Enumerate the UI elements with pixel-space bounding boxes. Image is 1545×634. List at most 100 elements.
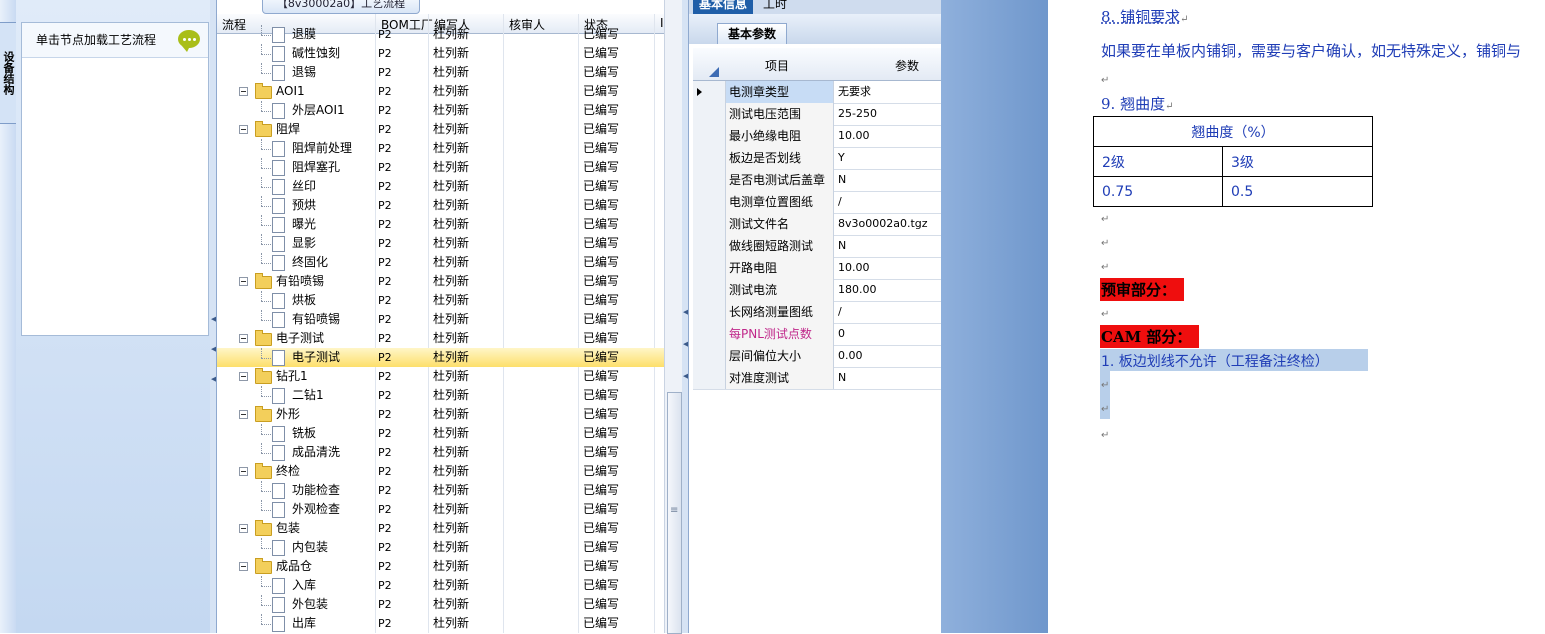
row-indicator[interactable] — [693, 257, 726, 279]
tree-row[interactable]: 入库 P2 杜列新 已编写 — [217, 576, 665, 595]
tree-row[interactable]: 外形 P2 杜列新 已编写 — [217, 405, 665, 424]
collapse-toggle-icon[interactable] — [239, 372, 248, 381]
tree-row[interactable]: AOI1 P2 杜列新 已编写 — [217, 82, 665, 101]
param-row[interactable]: 测试电压范围 25-250 — [693, 103, 941, 126]
heading-copper: 8. 铺铜要求↵ — [1101, 8, 1189, 26]
tree-scrollbar[interactable] — [664, 0, 683, 634]
param-value[interactable]: 10.00 — [834, 125, 943, 147]
tree-row[interactable]: 碱性蚀刻 P2 杜列新 已编写 — [217, 44, 665, 63]
tab-work-hours[interactable]: 工时 — [763, 0, 787, 12]
tree-row[interactable]: 成品清洗 P2 杜列新 已编写 — [217, 443, 665, 462]
row-indicator[interactable] — [693, 323, 726, 345]
collapse-toggle-icon[interactable] — [239, 410, 248, 419]
param-row[interactable]: 电测章位置图纸 / — [693, 191, 941, 214]
row-indicator[interactable] — [693, 125, 726, 147]
tree-row[interactable]: 出库 P2 杜列新 已编写 — [217, 614, 665, 633]
col-header-item[interactable]: 项目 — [765, 57, 789, 74]
tree-row[interactable]: 退锡 P2 杜列新 已编写 — [217, 63, 665, 82]
param-row[interactable]: 层间偏位大小 0.00 — [693, 345, 941, 368]
param-value[interactable]: 无要求 — [834, 81, 943, 103]
bom-plant-cell: P2 — [378, 180, 392, 193]
param-value[interactable]: 0.00 — [834, 345, 943, 367]
param-value[interactable]: Y — [834, 147, 943, 169]
select-all-corner-icon[interactable] — [709, 67, 719, 77]
param-value[interactable]: N — [834, 367, 943, 389]
row-indicator[interactable] — [693, 345, 726, 367]
param-row[interactable]: 做线圈短路测试 N — [693, 235, 941, 258]
param-value[interactable]: N — [834, 235, 943, 257]
collapse-toggle-icon[interactable] — [239, 562, 248, 571]
collapse-toggle-icon[interactable] — [239, 87, 248, 96]
param-row[interactable]: 电测章类型 无要求 — [693, 81, 941, 104]
tree-row[interactable]: 功能检查 P2 杜列新 已编写 — [217, 481, 665, 500]
tree-row[interactable]: 终固化 P2 杜列新 已编写 — [217, 253, 665, 272]
tree-node-label: 功能检查 — [292, 483, 341, 497]
param-value[interactable]: N — [834, 169, 943, 191]
row-indicator[interactable] — [693, 279, 726, 301]
param-row[interactable]: 每PNL测试点数 0 — [693, 323, 941, 346]
param-row[interactable]: 长网络测量图纸 / — [693, 301, 941, 324]
tree-row[interactable]: 退膜 P2 杜列新 已编写 — [217, 25, 665, 44]
param-row[interactable]: 开路电阻 10.00 — [693, 257, 941, 280]
param-value[interactable]: 8v3o0002a0.tgz — [834, 213, 943, 235]
collapse-toggle-icon[interactable] — [239, 277, 248, 286]
param-value[interactable]: 10.00 — [834, 257, 943, 279]
row-indicator[interactable] — [693, 147, 726, 169]
param-value[interactable]: 25-250 — [834, 103, 943, 125]
collapse-toggle-icon[interactable] — [239, 125, 248, 134]
param-value[interactable]: 0 — [834, 323, 943, 345]
param-value[interactable]: / — [834, 191, 943, 213]
tree-row[interactable]: 曝光 P2 杜列新 已编写 — [217, 215, 665, 234]
param-row[interactable]: 对准度测试 N — [693, 367, 941, 390]
tab-basic-info[interactable]: 基本信息 — [693, 0, 754, 14]
row-indicator[interactable] — [693, 81, 726, 103]
param-value[interactable]: / — [834, 301, 943, 323]
row-indicator[interactable] — [693, 301, 726, 323]
collapse-toggle-icon[interactable] — [239, 334, 248, 343]
tree-row[interactable]: 外包装 P2 杜列新 已编写 — [217, 595, 665, 614]
tree-row[interactable]: 二钻1 P2 杜列新 已编写 — [217, 386, 665, 405]
tree-row[interactable]: 电子测试 P2 杜列新 已编写 — [217, 348, 665, 367]
param-row[interactable]: 测试文件名 8v3o0002a0.tgz — [693, 213, 941, 236]
process-title-tab[interactable]: 【8v30002a0】工艺流程 — [262, 0, 420, 14]
tree-row[interactable]: 电子测试 P2 杜列新 已编写 — [217, 329, 665, 348]
tree-row[interactable]: 烘板 P2 杜列新 已编写 — [217, 291, 665, 310]
tree-row[interactable]: 有铅喷锡 P2 杜列新 已编写 — [217, 272, 665, 291]
row-indicator[interactable] — [693, 213, 726, 235]
tree-row[interactable]: 终检 P2 杜列新 已编写 — [217, 462, 665, 481]
param-value[interactable]: 180.00 — [834, 279, 943, 301]
param-row[interactable]: 最小绝缘电阻 10.00 — [693, 125, 941, 148]
row-indicator[interactable] — [693, 235, 726, 257]
document-icon — [272, 141, 285, 157]
tree-row[interactable]: 成品仓 P2 杜列新 已编写 — [217, 557, 665, 576]
tree-row[interactable]: 外层AOI1 P2 杜列新 已编写 — [217, 101, 665, 120]
table-cell-level3: 3级 — [1222, 146, 1373, 177]
row-indicator[interactable] — [693, 191, 726, 213]
tree-row[interactable]: 包装 P2 杜列新 已编写 — [217, 519, 665, 538]
collapse-toggle-icon[interactable] — [239, 467, 248, 476]
tree-row[interactable]: 铣板 P2 杜列新 已编写 — [217, 424, 665, 443]
tree-row[interactable]: 阻焊前处理 P2 杜列新 已编写 — [217, 139, 665, 158]
tree-row[interactable]: 外观检查 P2 杜列新 已编写 — [217, 500, 665, 519]
tree-row[interactable]: 内包装 P2 杜列新 已编写 — [217, 538, 665, 557]
vertical-tab-device-structure[interactable]: 设备结构 — [0, 22, 17, 124]
scrollbar-thumb[interactable] — [667, 392, 682, 634]
bom-plant-cell: P2 — [378, 598, 392, 611]
tree-row[interactable]: 显影 P2 杜列新 已编写 — [217, 234, 665, 253]
row-indicator[interactable] — [693, 103, 726, 125]
param-row[interactable]: 是否电测试后盖章 N — [693, 169, 941, 192]
tree-row[interactable]: 丝印 P2 杜列新 已编写 — [217, 177, 665, 196]
row-indicator[interactable] — [693, 367, 726, 389]
tree-row[interactable]: 阻焊 P2 杜列新 已编写 — [217, 120, 665, 139]
tree-row[interactable]: 预烘 P2 杜列新 已编写 — [217, 196, 665, 215]
param-row[interactable]: 板边是否划线 Y — [693, 147, 941, 170]
tree-row[interactable]: 阻焊塞孔 P2 杜列新 已编写 — [217, 158, 665, 177]
collapse-toggle-icon[interactable] — [239, 524, 248, 533]
tab-basic-params[interactable]: 基本参数 — [717, 23, 788, 44]
col-header-param[interactable]: 参数 — [895, 57, 919, 74]
row-indicator[interactable] — [693, 169, 726, 191]
tree-row[interactable]: 钻孔1 P2 杜列新 已编写 — [217, 367, 665, 386]
tree-row[interactable]: 有铅喷锡 P2 杜列新 已编写 — [217, 310, 665, 329]
param-row[interactable]: 测试电流 180.00 — [693, 279, 941, 302]
author-cell: 杜列新 — [433, 445, 470, 459]
